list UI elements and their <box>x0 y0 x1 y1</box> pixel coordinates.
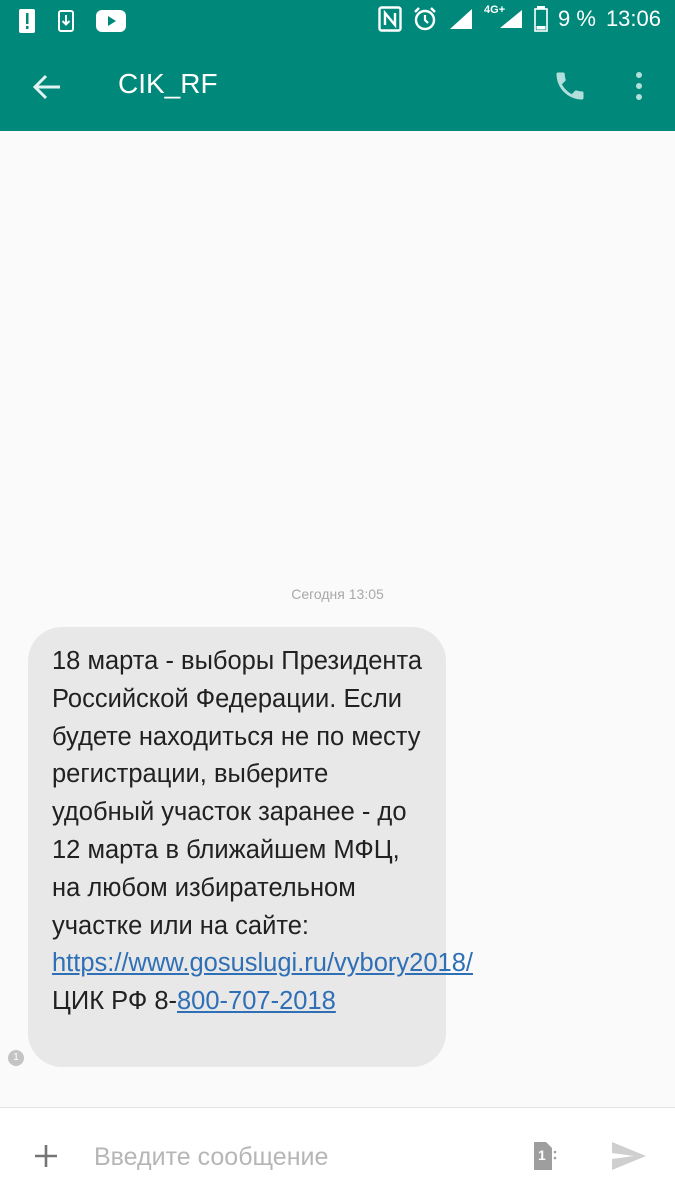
message-timestamp: Сегодня 13:05 <box>291 586 384 602</box>
message-text: 18 марта - выборы Президента Российской … <box>52 643 473 1021</box>
nfc-icon <box>378 6 402 32</box>
message-sender-signature: ЦИК РФ 8- <box>52 987 177 1016</box>
send-icon[interactable] <box>610 1140 648 1172</box>
alarm-icon <box>414 7 436 31</box>
signal-icon <box>450 9 473 29</box>
message-body: 18 марта - выборы Президента Российской … <box>52 647 430 940</box>
conversation-title: CIK_RF <box>118 68 218 99</box>
alert-icon <box>19 9 35 33</box>
sim-select-button[interactable]: 1 <box>528 1140 558 1172</box>
app-bar: CIK_RF <box>0 40 675 131</box>
signal-strength-icon <box>500 10 523 28</box>
back-arrow-icon[interactable] <box>30 70 64 104</box>
sim-select-label: 1 <box>538 1147 546 1163</box>
status-time: 13:06 <box>605 6 661 31</box>
status-bar: 4G+ 9 % 13:06 <box>0 0 675 40</box>
youtube-icon <box>96 10 126 32</box>
compose-bar: 1 <box>0 1107 675 1201</box>
more-vert-icon[interactable] <box>624 68 654 104</box>
battery-icon <box>534 6 548 32</box>
message-link[interactable]: https://www.gosuslugi.ru/vybory2018/ <box>52 949 473 977</box>
add-attachment-icon[interactable] <box>32 1142 60 1170</box>
message-bubble[interactable]: 18 марта - выборы Президента Российской … <box>28 627 473 1067</box>
sim-badge: 1 <box>8 1050 24 1066</box>
message-input[interactable] <box>92 1136 496 1178</box>
message-phone-link[interactable]: 800-707-2018 <box>177 987 336 1015</box>
sim-download-icon <box>58 10 74 32</box>
phone-icon[interactable] <box>552 68 588 104</box>
battery-percent: 9 % <box>558 6 596 31</box>
